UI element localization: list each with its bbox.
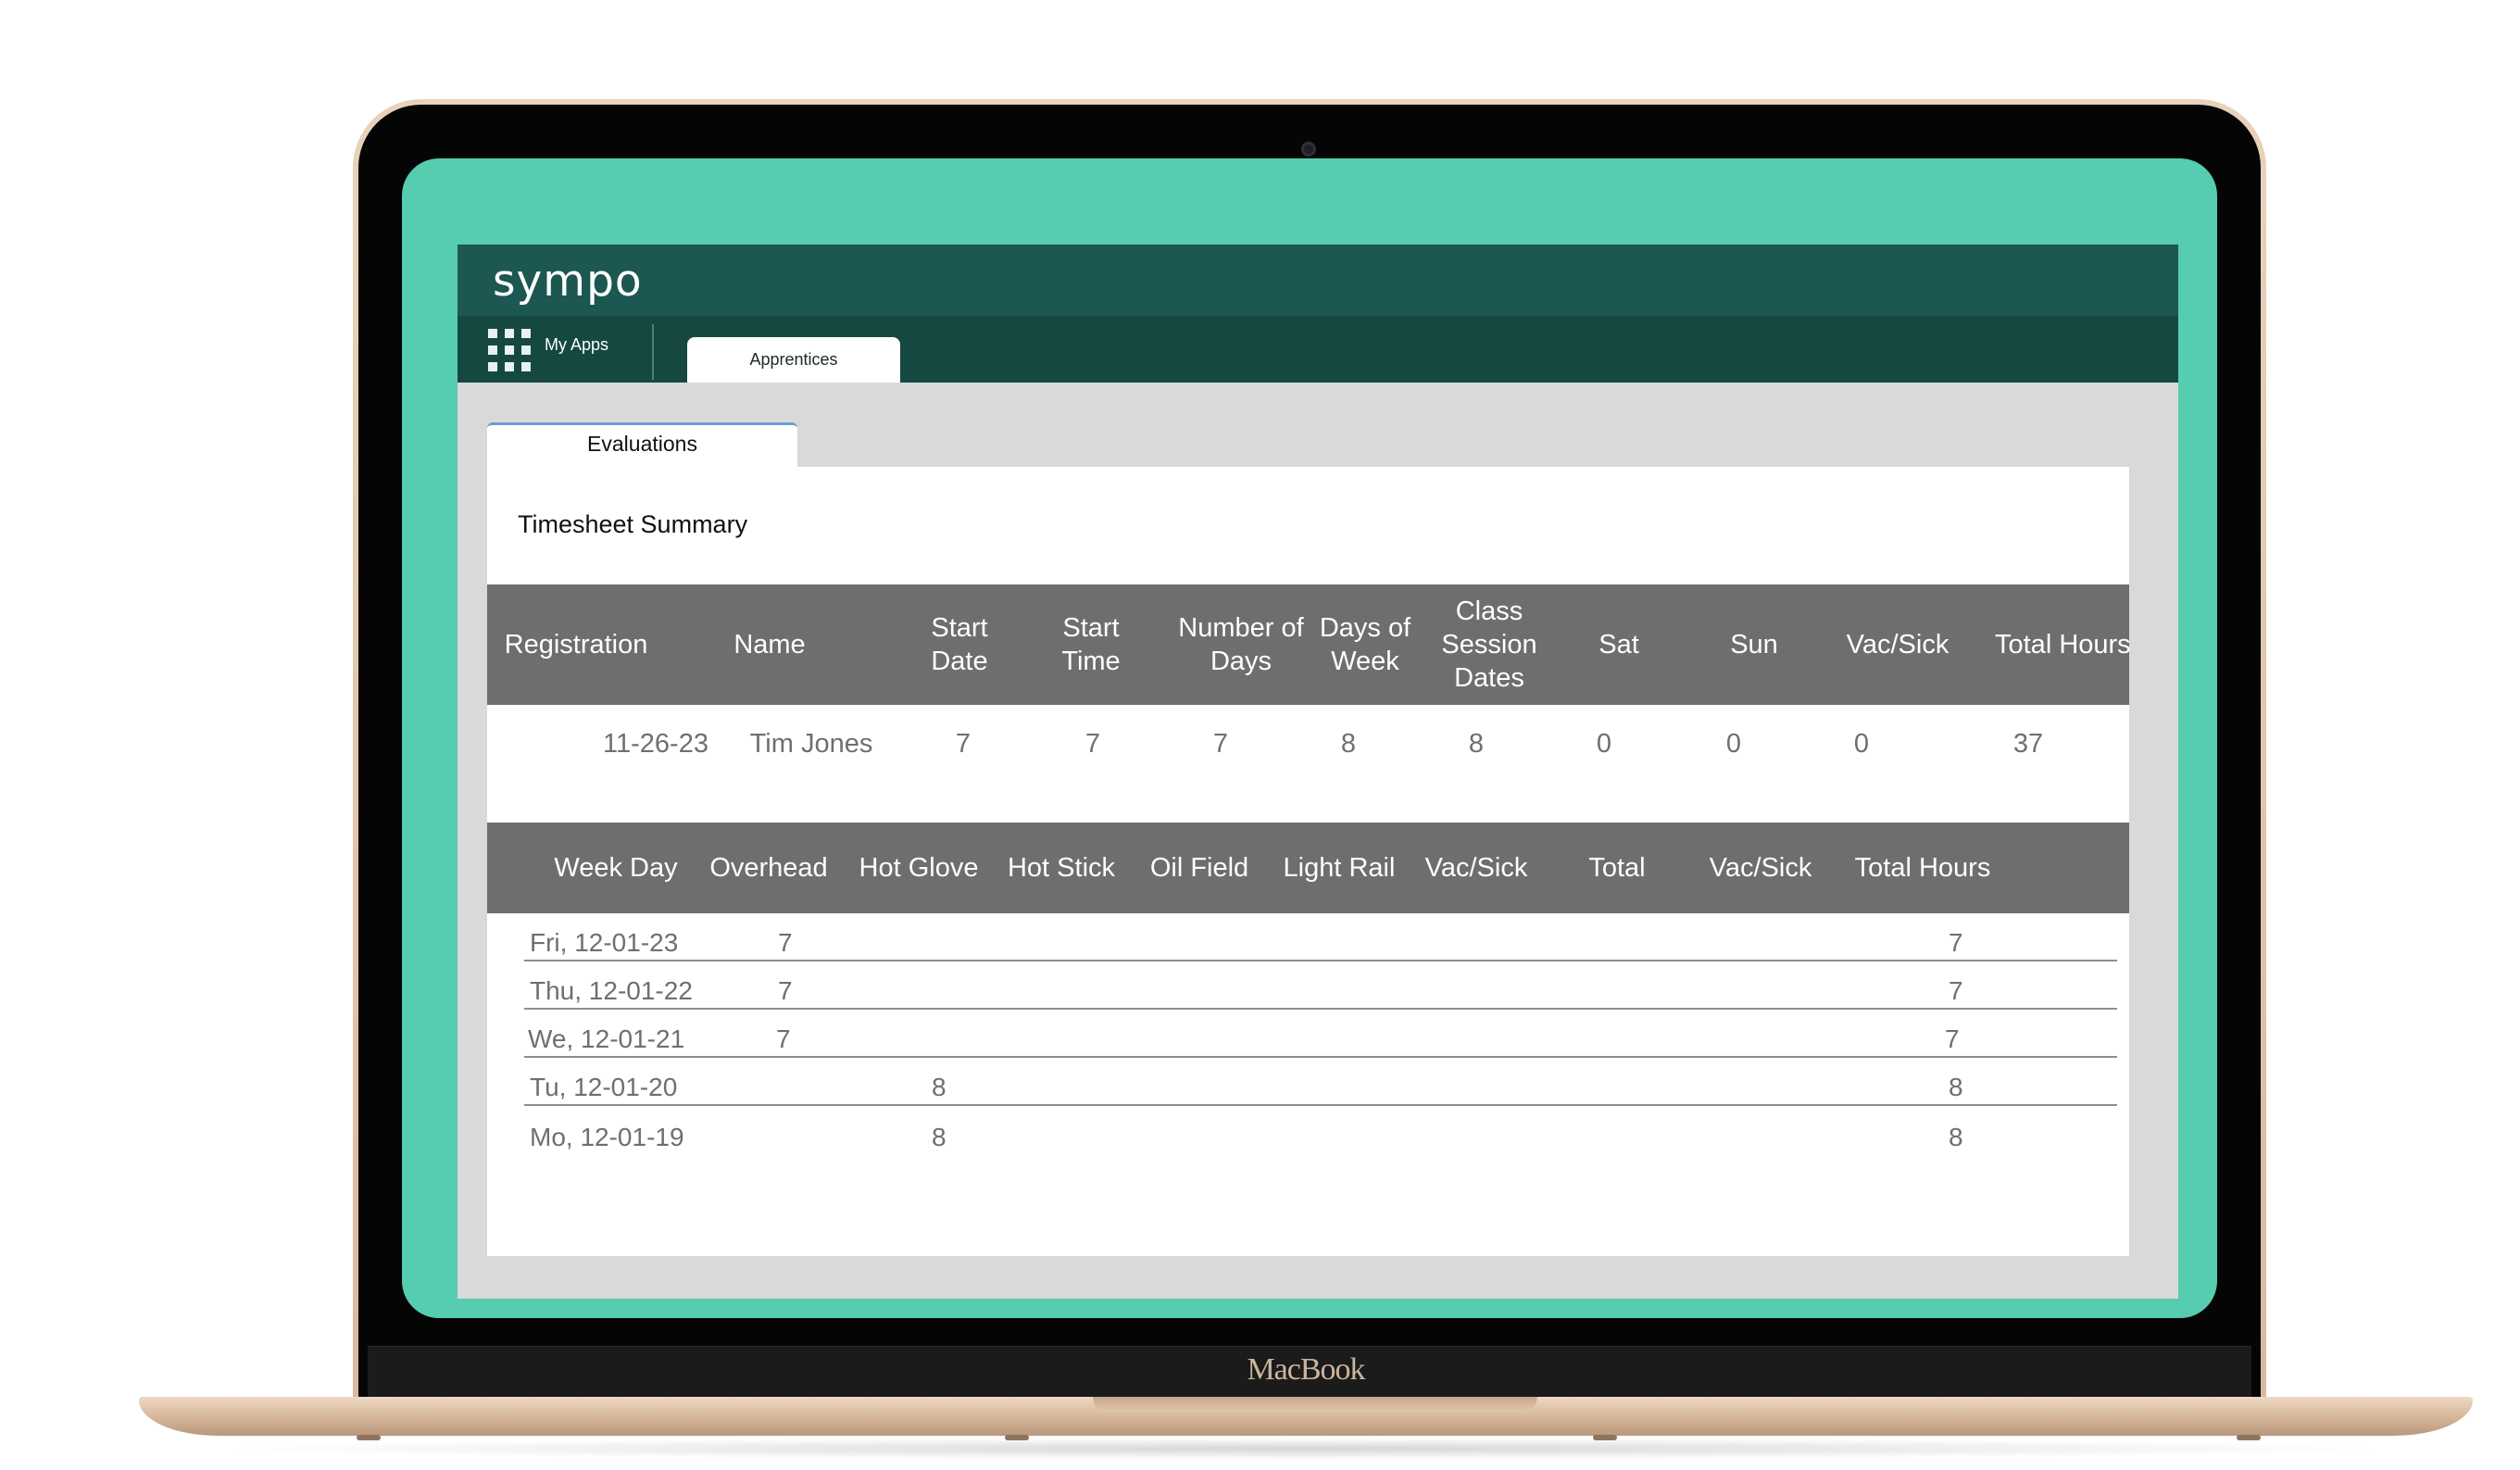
table-cell: 37	[2012, 728, 2044, 759]
total-hours-cell: 7	[1949, 976, 1963, 1005]
tab-evaluations[interactable]: Evaluations	[487, 422, 797, 467]
hot-glove-cell: 8	[932, 1073, 947, 1101]
table-row[interactable]: Thu, 12-01-22 7 7	[524, 961, 2117, 1010]
table-row[interactable]: Fri, 12-01-23 7 7	[524, 913, 2117, 961]
table-cell: 7	[1084, 728, 1101, 759]
camera-icon	[1301, 142, 1316, 157]
column-header: Total Hours	[1854, 853, 1991, 883]
column-header: Name	[733, 630, 806, 660]
main-content: Evaluations Timesheet Summary Registrati…	[458, 383, 2178, 1299]
total-hours-cell: 8	[1949, 1123, 1963, 1151]
app-window: sympo My Apps Apprentices Evaluations Ti…	[458, 245, 2178, 1299]
column-header: Week Day	[554, 853, 678, 883]
laptop-hinge-notch	[1093, 1397, 1537, 1412]
table-cell: 7	[955, 728, 972, 759]
column-header: Number of Days	[1178, 613, 1304, 676]
laptop-foot	[1005, 1435, 1029, 1440]
app-logo[interactable]: sympo	[493, 256, 643, 307]
table-cell: 7	[1212, 728, 1229, 759]
laptop-foot	[1593, 1435, 1617, 1440]
weekly-table-body: Fri, 12-01-23 7 7 Thu, 12-01-22 7 7 We, …	[487, 913, 2129, 1256]
summary-table-header: Registration Name Start Date Start Time …	[487, 584, 2131, 705]
column-header: Light Rail	[1283, 853, 1396, 883]
laptop-screen: sympo My Apps Apprentices Evaluations Ti…	[402, 158, 2217, 1318]
column-header: Start Time	[1061, 613, 1121, 676]
panel-title: Timesheet Summary	[518, 510, 748, 538]
table-row[interactable]: Mo, 12-01-19 8 8	[524, 1106, 2117, 1154]
nav-divider	[652, 324, 654, 380]
laptop-foot	[2237, 1435, 2261, 1440]
weekly-table-header: Week Day Overhead Hot Glove Hot Stick Oi…	[487, 823, 2129, 913]
column-header: Sun	[1730, 630, 1778, 660]
table-row[interactable]: Tu, 12-01-20 8 8	[524, 1058, 2117, 1106]
column-header: Class Session Dates	[1441, 597, 1537, 693]
column-header: Overhead	[709, 853, 828, 883]
column-header: Total	[1588, 853, 1646, 883]
laptop-foot	[357, 1435, 381, 1440]
nav-bar: My Apps Apprentices	[458, 316, 2178, 383]
table-row[interactable]: We, 12-01-21 7 7	[524, 1010, 2117, 1058]
timesheet-panel: Timesheet Summary Registration Name Star…	[487, 467, 2131, 1256]
column-header: Sat	[1599, 630, 1639, 660]
week-day-cell: Tu, 12-01-20	[530, 1073, 678, 1101]
tab-apprentices[interactable]: Apprentices	[687, 337, 900, 383]
overhead-cell: 7	[776, 1024, 791, 1053]
column-header: Oil Field	[1149, 853, 1249, 883]
column-header: Hot Stick	[1007, 853, 1116, 883]
laptop-brand-label: MacBook	[1247, 1352, 1365, 1387]
column-header: Hot Glove	[859, 853, 979, 883]
my-apps-link[interactable]: My Apps	[545, 335, 608, 355]
hot-glove-cell: 8	[932, 1123, 947, 1151]
table-cell: Tim Jones	[749, 728, 873, 759]
week-day-cell: We, 12-01-21	[528, 1024, 685, 1053]
column-header: Registration	[504, 630, 648, 660]
total-hours-cell: 7	[1949, 928, 1963, 957]
week-day-cell: Thu, 12-01-22	[530, 976, 693, 1005]
table-cell: 0	[1853, 728, 1870, 759]
total-hours-cell: 7	[1945, 1024, 1960, 1053]
column-header: Start Date	[931, 613, 988, 676]
table-cell: 8	[1340, 728, 1357, 759]
table-cell: 11-26-23	[603, 728, 708, 759]
table-cell: 8	[1468, 728, 1485, 759]
top-bar: sympo	[458, 245, 2178, 316]
week-day-cell: Fri, 12-01-23	[530, 928, 679, 957]
column-header: Days of Week	[1319, 613, 1411, 676]
column-header: Vac/Sick	[1709, 853, 1812, 883]
table-row[interactable]: 11-26-23 Tim Jones 7 7 7 8 8 0 0 0 37	[487, 705, 2129, 783]
apps-grid-icon[interactable]	[488, 329, 531, 371]
week-day-cell: Mo, 12-01-19	[530, 1123, 684, 1151]
column-header: Vac/Sick	[1846, 630, 1950, 660]
table-cell: 0	[1725, 728, 1742, 759]
laptop-shadow	[213, 1438, 2399, 1460]
overhead-cell: 7	[778, 928, 793, 957]
total-hours-cell: 8	[1949, 1073, 1963, 1101]
column-header: Total Hours	[1995, 630, 2131, 660]
table-cell: 0	[1596, 728, 1612, 759]
column-header: Vac/Sick	[1424, 853, 1528, 883]
overhead-cell: 7	[778, 976, 793, 1005]
